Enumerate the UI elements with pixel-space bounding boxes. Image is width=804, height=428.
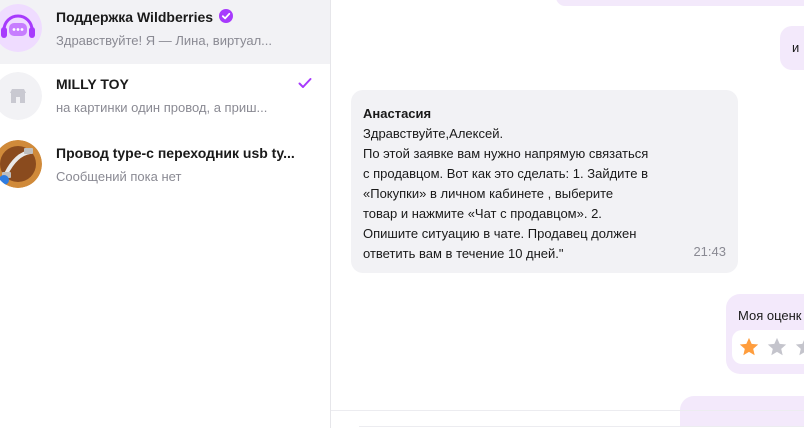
chat-item-milly-toy[interactable]: MILLY TOY на картинки один провод, а при… <box>0 64 330 128</box>
outgoing-message-bubble <box>680 396 804 426</box>
message-input[interactable] <box>359 426 804 427</box>
divider <box>331 410 804 411</box>
outgoing-message-bubble <box>556 0 804 6</box>
message-author: Анастасия <box>363 106 432 121</box>
verified-badge-icon <box>219 9 233 23</box>
incoming-message-bubble: Анастасия Здравствуйте,Алексей. По этой … <box>351 90 738 273</box>
message-text: Здравствуйте,Алексей. По этой заявке вам… <box>363 126 649 261</box>
chat-title: Провод type-c переходник usb ty... <box>56 145 295 161</box>
star-empty-icon[interactable] <box>794 336 804 358</box>
chat-title: MILLY TOY <box>56 76 129 92</box>
outgoing-message-bubble: и <box>780 26 804 70</box>
chat-list: Поддержка Wildberries Здравствуйте! Я — … <box>0 0 331 428</box>
star-empty-icon[interactable] <box>766 336 788 358</box>
read-check-icon <box>298 78 312 88</box>
store-icon <box>0 72 42 120</box>
headset-chat-icon <box>0 4 42 52</box>
conversation-panel: и Анастасия Здравствуйте,Алексей. По это… <box>331 0 804 428</box>
chat-item-cable-product[interactable]: Провод type-c переходник usb ty... Сообщ… <box>0 130 330 194</box>
rating-message-card: Моя оценк <box>726 294 804 374</box>
message-time: 21:43 <box>693 244 726 259</box>
star-filled-icon[interactable] <box>738 336 760 358</box>
chat-preview: Сообщений пока нет <box>56 169 182 184</box>
chat-item-wildberries-support[interactable]: Поддержка Wildberries Здравствуйте! Я — … <box>0 0 330 64</box>
message-text: и <box>792 40 800 55</box>
chat-preview: на картинки один провод, а приш... <box>56 100 268 115</box>
chat-title: Поддержка Wildberries <box>56 9 214 25</box>
cable-product-icon <box>0 140 42 188</box>
rating-stars <box>732 330 804 364</box>
rating-title: Моя оценк <box>738 308 802 323</box>
chat-preview: Здравствуйте! Я — Лина, виртуал... <box>56 33 273 48</box>
